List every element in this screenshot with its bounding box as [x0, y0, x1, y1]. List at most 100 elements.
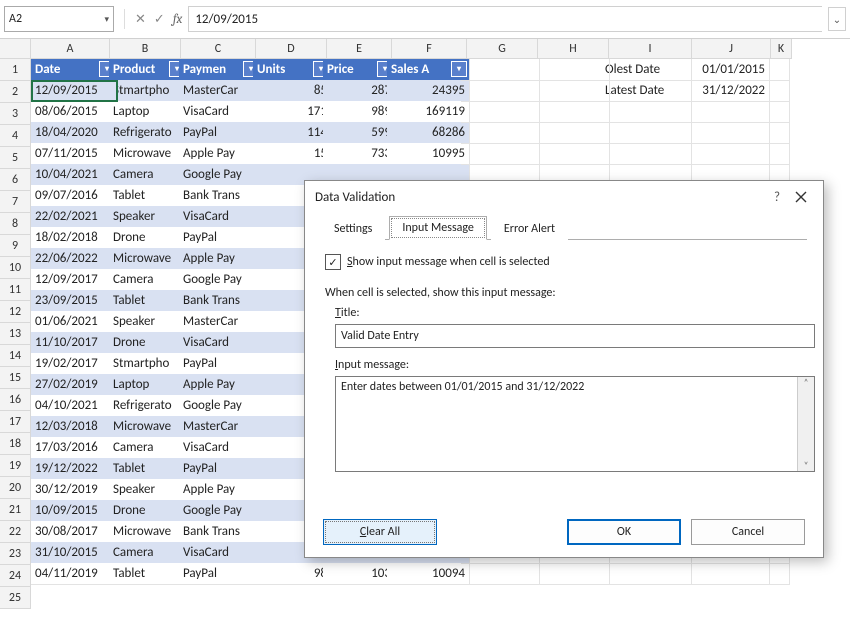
table-header[interactable]: Units▾	[253, 59, 332, 81]
table-row[interactable]: 18/02/2018	[31, 227, 118, 249]
table-row[interactable]: 12/03/2018	[31, 416, 118, 438]
table-row[interactable]: Speaker	[109, 206, 188, 228]
table-row[interactable]: Refrigerato	[109, 122, 188, 144]
table-row[interactable]: Refrigerato	[109, 395, 188, 417]
row-header-16[interactable]: 16	[0, 389, 31, 411]
cell[interactable]	[461, 143, 540, 165]
help-icon[interactable]: ?	[765, 185, 789, 209]
col-header-A[interactable]: A	[31, 39, 110, 59]
textarea-scrollbar[interactable]: ˄˅	[797, 377, 814, 471]
table-row[interactable]: PayPal	[179, 563, 262, 585]
row-header-8[interactable]: 8	[0, 213, 31, 235]
table-row[interactable]: 287	[323, 80, 396, 102]
row-header-23[interactable]: 23	[0, 543, 31, 565]
cell[interactable]	[531, 122, 610, 144]
row-header-21[interactable]: 21	[0, 499, 31, 521]
col-header-I[interactable]: I	[609, 39, 692, 59]
table-row[interactable]: 19/02/2017	[31, 353, 118, 375]
row-header-12[interactable]: 12	[0, 301, 31, 323]
table-row[interactable]: Tablet	[109, 458, 188, 480]
table-row[interactable]: Tablet	[109, 185, 188, 207]
table-row[interactable]: 10/09/2015	[31, 500, 118, 522]
row-header-15[interactable]: 15	[0, 367, 31, 389]
table-row[interactable]: 171	[253, 101, 332, 123]
col-header-J[interactable]: J	[692, 39, 771, 59]
oldest-date-label[interactable]: Olest Date	[601, 59, 692, 81]
table-row[interactable]: MasterCar	[179, 416, 262, 438]
table-row[interactable]: 12/09/2015	[31, 80, 118, 102]
table-row[interactable]: Google Pay	[179, 164, 262, 186]
table-row[interactable]: Google Pay	[179, 269, 262, 291]
chevron-down-icon[interactable]: ▾	[104, 14, 109, 25]
table-row[interactable]: VisaCard	[179, 332, 262, 354]
input-message-textarea[interactable]: Enter dates between 01/01/2015 and 31/12…	[335, 376, 815, 472]
table-row[interactable]: 10/04/2021	[31, 164, 118, 186]
cell[interactable]	[761, 143, 790, 165]
table-row[interactable]: Speaker	[109, 479, 188, 501]
col-header-C[interactable]: C	[181, 39, 256, 59]
table-row[interactable]: 11/10/2017	[31, 332, 118, 354]
cell[interactable]	[531, 101, 610, 123]
table-row[interactable]: PayPal	[179, 227, 262, 249]
table-row[interactable]: 989	[323, 101, 396, 123]
cell[interactable]	[461, 122, 540, 144]
table-row[interactable]: 169119	[387, 101, 470, 123]
row-header-24[interactable]: 24	[0, 565, 31, 587]
cell[interactable]	[531, 80, 610, 102]
cell[interactable]	[601, 143, 692, 165]
cancel-icon[interactable]: ✕	[135, 12, 146, 27]
col-header-G[interactable]: G	[467, 39, 538, 59]
row-header-3[interactable]: 3	[0, 103, 31, 125]
cell[interactable]	[761, 122, 790, 144]
table-row[interactable]: Apple Pay	[179, 143, 262, 165]
table-row[interactable]: PayPal	[179, 122, 262, 144]
oldest-date-value[interactable]: 01/01/2015	[683, 59, 770, 81]
table-row[interactable]: 98	[253, 563, 332, 585]
table-row[interactable]: 04/11/2019	[31, 563, 118, 585]
table-row[interactable]: 22/06/2022	[31, 248, 118, 270]
row-header-4[interactable]: 4	[0, 125, 31, 147]
row-header-9[interactable]: 9	[0, 235, 31, 257]
cell[interactable]	[683, 143, 770, 165]
cell[interactable]	[683, 122, 770, 144]
table-row[interactable]: 15	[253, 143, 332, 165]
name-box[interactable]: A2 ▾	[4, 6, 114, 32]
cell[interactable]	[601, 563, 692, 585]
formula-input[interactable]: 12/09/2015	[188, 6, 822, 32]
col-header-F[interactable]: F	[392, 39, 467, 59]
row-header-11[interactable]: 11	[0, 279, 31, 301]
cell[interactable]	[531, 563, 610, 585]
table-row[interactable]: Stmartpho	[109, 80, 188, 102]
table-row[interactable]: Apple Pay	[179, 479, 262, 501]
tab-input-message[interactable]: Input Message	[389, 216, 487, 240]
table-row[interactable]: Microwave	[109, 143, 188, 165]
row-header-19[interactable]: 19	[0, 455, 31, 477]
cell[interactable]	[531, 59, 610, 81]
row-header-25[interactable]: 25	[0, 587, 31, 609]
table-row[interactable]: 24395	[387, 80, 470, 102]
table-row[interactable]: Camera	[109, 269, 188, 291]
table-header[interactable]: Paymen▾	[179, 59, 262, 81]
table-row[interactable]: Drone	[109, 332, 188, 354]
expand-formula-bar-icon[interactable]: ⌄	[828, 7, 846, 31]
row-header-18[interactable]: 18	[0, 433, 31, 455]
table-header[interactable]: Price▾	[323, 59, 396, 81]
row-header-6[interactable]: 6	[0, 169, 31, 191]
table-row[interactable]: Bank Trans	[179, 521, 262, 543]
ok-button[interactable]: OK	[567, 519, 681, 545]
table-row[interactable]: MasterCar	[179, 80, 262, 102]
table-row[interactable]: 31/10/2015	[31, 542, 118, 564]
cancel-button[interactable]: Cancel	[691, 519, 805, 545]
row-header-7[interactable]: 7	[0, 191, 31, 213]
table-row[interactable]: 114	[253, 122, 332, 144]
table-row[interactable]: Drone	[109, 500, 188, 522]
table-header[interactable]: Sales A▾	[387, 59, 470, 81]
row-header-2[interactable]: 2	[0, 81, 31, 103]
fx-icon[interactable]: fx	[173, 12, 183, 27]
cell[interactable]	[601, 101, 692, 123]
cell[interactable]	[531, 143, 610, 165]
row-header-13[interactable]: 13	[0, 323, 31, 345]
close-icon[interactable]	[789, 185, 813, 209]
table-row[interactable]: Tablet	[109, 563, 188, 585]
table-row[interactable]: 22/02/2021	[31, 206, 118, 228]
